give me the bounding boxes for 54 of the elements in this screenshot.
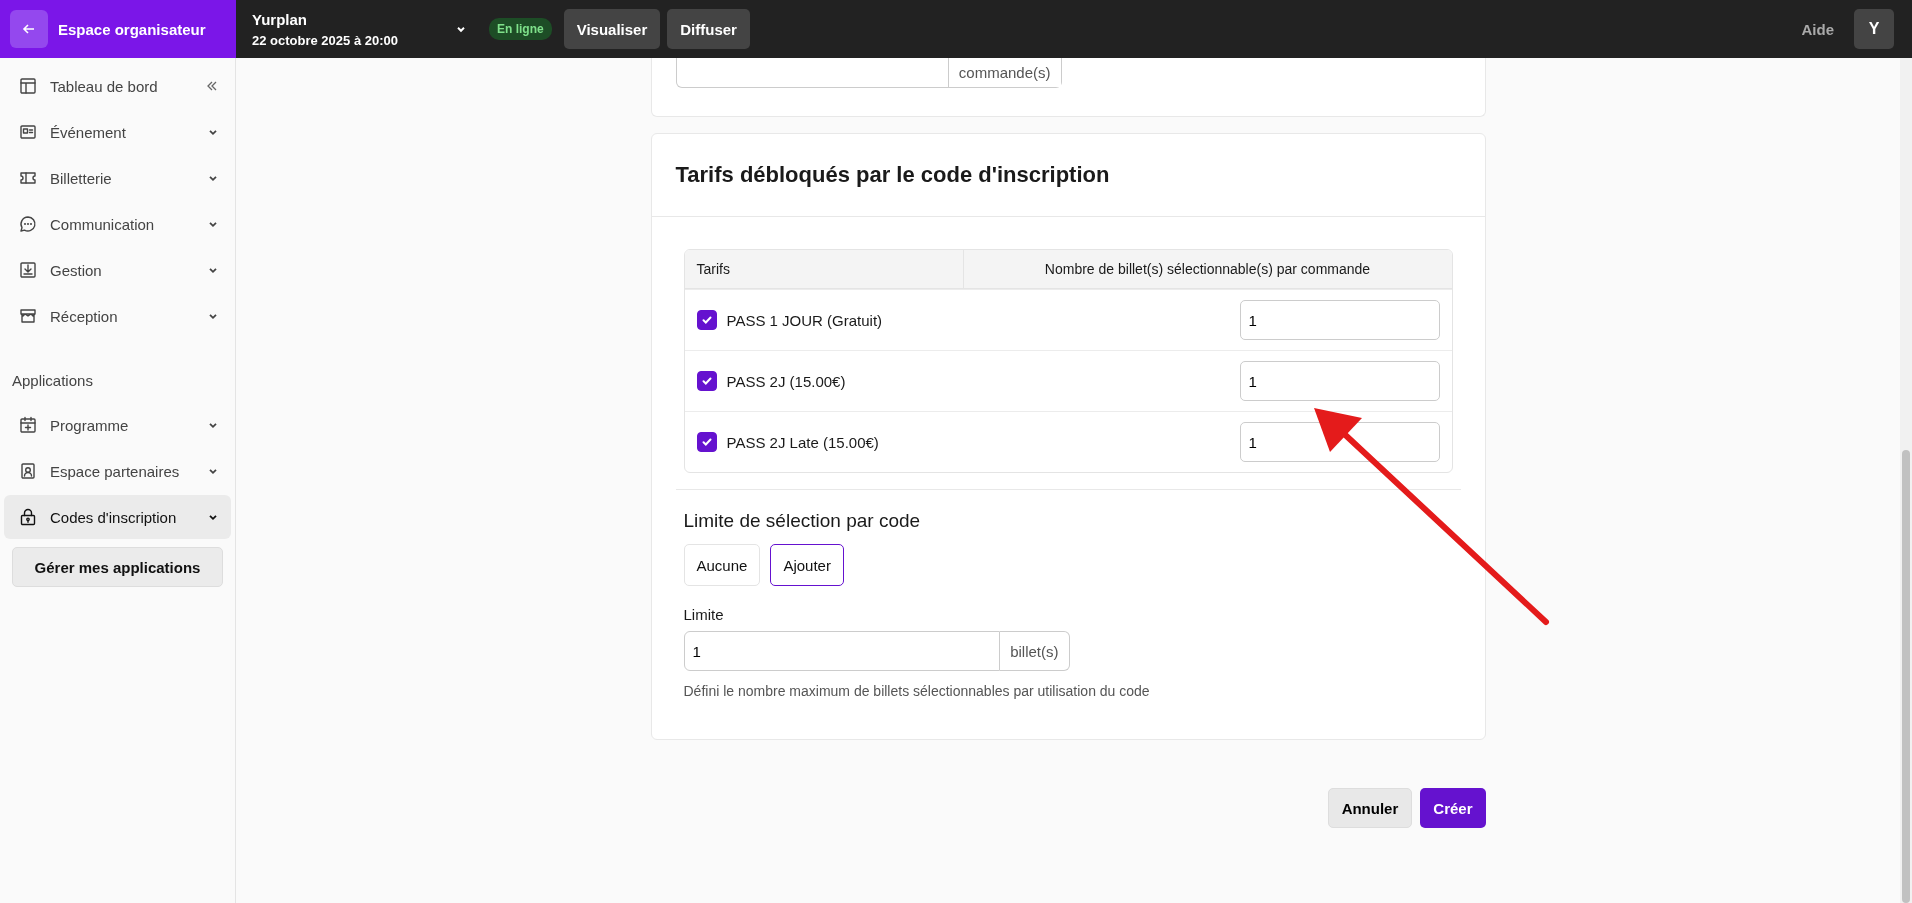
back-button[interactable]: Espace organisateur: [0, 0, 236, 58]
create-button[interactable]: Créer: [1420, 788, 1486, 828]
limit-input[interactable]: 1: [683, 631, 1001, 671]
sidebar-item[interactable]: Programme: [4, 403, 231, 447]
store-icon: [18, 306, 38, 326]
check-icon: [700, 436, 713, 448]
event-date: 22 octobre 2025 à 20:00: [252, 32, 398, 48]
section-title: Limite de sélection par code: [683, 510, 922, 532]
sidebar-item[interactable]: Gestion: [4, 248, 231, 292]
sidebar-item[interactable]: Billetterie: [4, 156, 231, 200]
option-button[interactable]: Aucune: [683, 544, 761, 586]
checkbox[interactable]: [696, 371, 717, 391]
checkbox[interactable]: [696, 310, 717, 330]
section-title: Applications: [11, 371, 94, 391]
help-link[interactable]: Aide: [1801, 20, 1834, 38]
quantity-input[interactable]: 1: [1239, 300, 1440, 340]
option-button[interactable]: Ajouter: [770, 544, 844, 586]
download-icon: [18, 260, 38, 280]
card-title: Tarifs débloqués par le code d'inscription: [651, 134, 1485, 217]
lock-icon: [18, 507, 38, 527]
rate-label: PASS 1 JOUR (Gratuit): [726, 311, 884, 329]
check-icon: [700, 314, 713, 326]
sidebar-item[interactable]: Événement: [4, 110, 231, 154]
manage-apps-button[interactable]: Gérer mes applications: [12, 547, 223, 587]
contact-icon: [18, 461, 38, 481]
sidebar-item[interactable]: Communication: [4, 202, 231, 246]
cancel-button[interactable]: Annuler: [1327, 788, 1413, 828]
chat-icon: [18, 214, 38, 234]
column-header: Tarifs: [684, 250, 964, 288]
rate-label: PASS 2J Late (15.00€): [726, 433, 880, 451]
sidebar-item[interactable]: Tableau de bord: [4, 64, 231, 108]
checkbox[interactable]: [696, 432, 717, 452]
rate-label: PASS 2J (15.00€): [726, 372, 847, 390]
status-badge: En ligne: [489, 18, 552, 40]
avatar[interactable]: Y: [1854, 9, 1894, 49]
unit-label: billet(s): [1000, 631, 1070, 671]
sidebar-item[interactable]: Codes d'inscription: [4, 495, 231, 539]
calendar-icon: [18, 415, 38, 435]
input-field[interactable]: commande(s): [675, 58, 1062, 88]
layout-icon: [18, 76, 38, 96]
id-card-icon: [18, 122, 38, 142]
toolbar-button[interactable]: Visualiser: [563, 9, 661, 49]
toolbar-button[interactable]: Diffuser: [667, 9, 750, 49]
scrollbar[interactable]: [1900, 58, 1912, 903]
sidebar-item[interactable]: Espace partenaires: [4, 449, 231, 493]
collapse-icon[interactable]: [205, 79, 219, 93]
event-name: Yurplan: [252, 10, 308, 28]
quantity-input[interactable]: 1: [1239, 361, 1440, 401]
help-text: Défini le nombre maximum de billets sélectionnables par utilisation du code: [683, 683, 1151, 699]
quantity-input[interactable]: 1: [1239, 422, 1440, 462]
sidebar-item[interactable]: Réception: [4, 294, 231, 338]
column-header: Nombre de billet(s) sélectionnable(s) par commande: [1043, 260, 1372, 279]
check-icon: [700, 375, 713, 387]
field-label: Limite: [683, 606, 725, 623]
